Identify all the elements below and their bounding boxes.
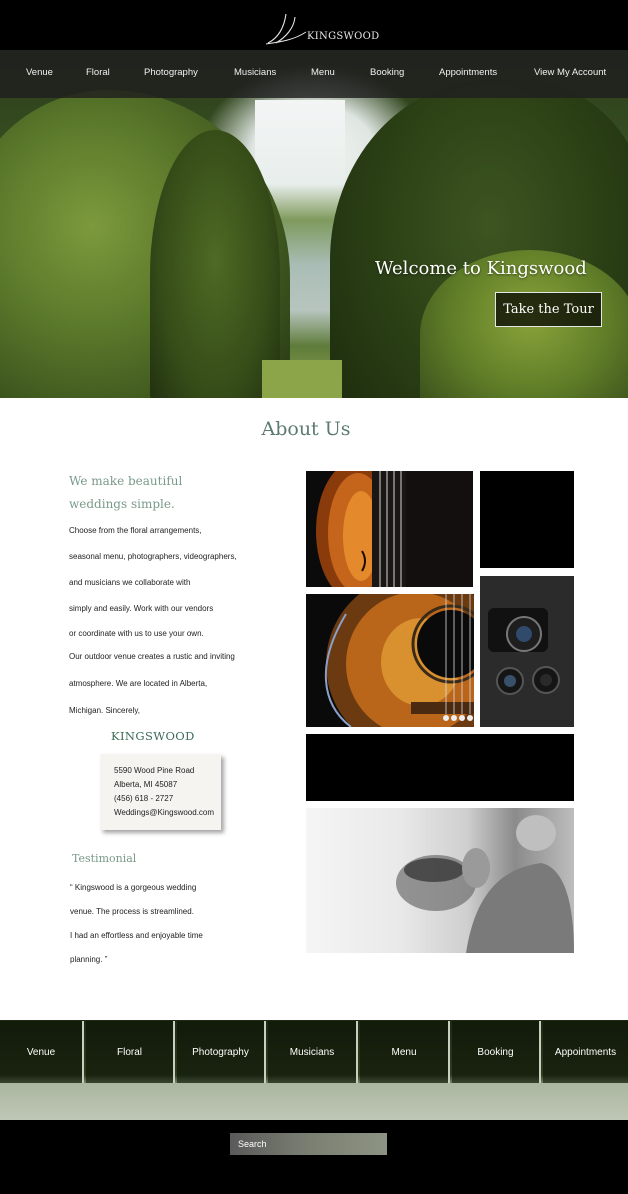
nav-item-floral[interactable]: Floral — [86, 67, 110, 78]
contact-city: Alberta, MI 45087 — [114, 780, 178, 789]
bottom-nav-menu[interactable]: Menu — [360, 1021, 450, 1083]
about-text-line: and musicians we collaborate with — [69, 578, 191, 587]
bottom-nav-floral[interactable]: Floral — [86, 1021, 175, 1083]
testimonial-line: planning. ” — [70, 955, 108, 964]
bottom-nav-musicians[interactable]: Musicians — [268, 1021, 358, 1083]
about-text-line: seasonal menu, photographers, videograph… — [69, 552, 237, 561]
nav-item-venue[interactable]: Venue — [26, 67, 53, 78]
nav-item-musicians[interactable]: Musicians — [234, 67, 276, 78]
nav-item-photography[interactable]: Photography — [144, 67, 198, 78]
about-text-line: atmosphere. We are located in Alberta, — [69, 679, 208, 688]
testimonial-line: venue. The process is streamlined. — [70, 907, 194, 916]
guitar-photo — [306, 594, 474, 727]
hero-headline: Welcome to Kingswood — [375, 258, 587, 279]
friends-photo — [306, 808, 574, 953]
bottom-nav-photography[interactable]: Photography — [177, 1021, 266, 1083]
contact-card: 5590 Wood Pine Road Alberta, MI 45087 (4… — [100, 754, 221, 830]
testimonial-line: I had an effortless and enjoyable time — [70, 931, 203, 940]
contact-email[interactable]: Weddings@Kingswood.com — [114, 808, 214, 817]
about-text-line: simply and easily. Work with our vendors — [69, 604, 214, 613]
bottom-nav-venue[interactable]: Venue — [0, 1021, 84, 1083]
camera-photo — [480, 576, 574, 727]
take-the-tour-button[interactable]: Take the Tour — [495, 292, 602, 327]
black-photo-banner — [306, 734, 574, 801]
about-text-line: or coordinate with us to use your own. — [69, 629, 204, 638]
nav-item-appointments[interactable]: Appointments — [439, 67, 497, 78]
about-tagline: We make beautiful weddings simple. — [69, 474, 183, 511]
testimonial-line: “ Kingswood is a gorgeous wedding — [70, 883, 197, 892]
nav-item-booking[interactable]: Booking — [370, 67, 404, 78]
bottom-nav-appointments[interactable]: Appointments — [543, 1021, 628, 1083]
about-text-line: Choose from the floral arrangements, — [69, 526, 202, 535]
nav-item-menu[interactable]: Menu — [311, 67, 335, 78]
about-title: About Us — [261, 418, 351, 440]
about-text-line: Our outdoor venue creates a rustic and i… — [69, 652, 235, 661]
hero-image — [0, 50, 628, 398]
violin-photo — [306, 471, 473, 587]
contact-phone: (456) 618 - 2727 — [114, 794, 174, 803]
footer — [0, 1120, 628, 1194]
logo[interactable]: KINGSWOOD — [264, 12, 384, 46]
nav-item-view-my-account[interactable]: View My Account — [534, 67, 606, 78]
contact-street: 5590 Wood Pine Road — [114, 766, 195, 775]
search-input[interactable] — [230, 1133, 387, 1155]
testimonial-title: Testimonial — [72, 852, 137, 865]
signature-brand: KINGSWOOD — [111, 729, 195, 743]
sail-logo-icon — [265, 13, 307, 45]
about-text-line: Michigan. Sincerely, — [69, 706, 140, 715]
brand-name-header: KINGSWOOD — [307, 31, 380, 42]
black-photo-tile — [480, 471, 574, 568]
bottom-nav-booking[interactable]: Booking — [452, 1021, 541, 1083]
